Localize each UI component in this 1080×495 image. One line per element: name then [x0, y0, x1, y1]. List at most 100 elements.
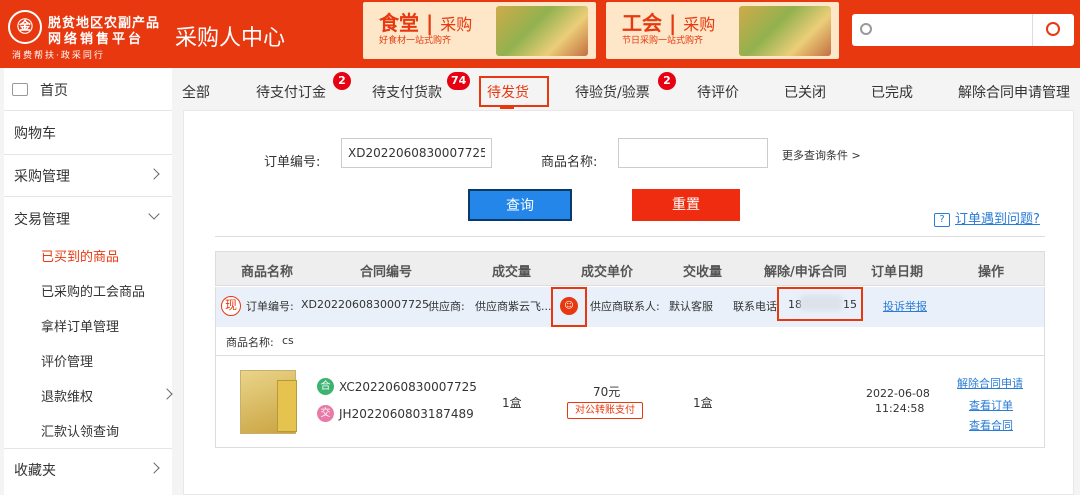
- product-image-box: [277, 380, 297, 432]
- contact-label: 供应商联系人:: [590, 300, 660, 313]
- order-no-value: XD2022060830007725: [301, 298, 429, 311]
- search-input[interactable]: [852, 14, 1074, 46]
- contract-no: XC2022060830007725: [339, 380, 477, 394]
- order-no-label: 订单编号:: [246, 300, 294, 313]
- sidebar: 首页 购物车 采购管理 交易管理 已买到的商品 已采购的工会商品 拿样订单管理 …: [4, 68, 173, 495]
- quantity-value: 1盒: [502, 396, 522, 410]
- canteen-banner-image: [496, 6, 588, 56]
- view-contract-link[interactable]: 查看合同: [969, 417, 1013, 433]
- home-icon: [12, 83, 28, 96]
- more-conditions-link[interactable]: 更多查询条件 >: [782, 147, 861, 163]
- col-contract-dispute: 解除/申诉合同: [764, 265, 847, 280]
- col-quantity: 成交量: [492, 265, 532, 280]
- sidebar-item-label: 交易管理: [14, 212, 70, 228]
- reset-button[interactable]: 重置: [632, 189, 740, 221]
- sidebar-item-favorites[interactable]: 收藏夹: [4, 460, 172, 479]
- tab-closed[interactable]: 已关闭: [784, 82, 826, 102]
- search-button[interactable]: [1032, 14, 1074, 46]
- union-banner-slogan: 节日采购一站式购齐: [622, 36, 704, 46]
- tab-pending-inspection[interactable]: 待验货/验票: [575, 82, 650, 102]
- order-help-link[interactable]: ? 订单遇到问题?: [934, 208, 1040, 227]
- sidebar-item-trade[interactable]: 交易管理: [4, 208, 172, 228]
- product-name-label: 商品名称:: [541, 155, 598, 170]
- union-banner[interactable]: 工会 | 采购 节日采购一站式购齐: [606, 2, 839, 59]
- canteen-banner-slogan: 好食材一站式购齐: [379, 36, 452, 46]
- trade-badge-icon: 交: [317, 405, 334, 422]
- order-date: 2022-06-08: [866, 387, 930, 400]
- tab-count-badge: 74: [447, 72, 471, 90]
- contract-badge-icon: 合: [317, 378, 334, 395]
- tab-pending-review[interactable]: 待评价: [697, 82, 739, 102]
- terminate-contract-link[interactable]: 解除合同申请: [957, 375, 1023, 391]
- sidebar-subitem-remit[interactable]: 汇款认领查询: [41, 421, 119, 440]
- sidebar-item-home[interactable]: 首页: [4, 68, 172, 110]
- col-order-date: 订单日期: [871, 265, 924, 280]
- chevron-right-icon: [161, 388, 173, 400]
- sidebar-item-label: 首页: [40, 83, 68, 99]
- supplier-name: 供应商紫云飞...: [475, 300, 552, 313]
- order-time: 11:24:58: [875, 402, 925, 415]
- view-order-link[interactable]: 查看订单: [969, 397, 1013, 413]
- divider: [215, 236, 1045, 237]
- phone-highlight: [777, 287, 863, 321]
- canteen-banner-title: 食堂 | 采购: [379, 11, 473, 35]
- sidebar-item-label: 购物车: [14, 126, 56, 142]
- col-actions: 操作: [978, 265, 1005, 280]
- tab-count-badge: 2: [658, 72, 676, 90]
- trade-no: JH2022060803187489: [339, 407, 474, 421]
- search-icon: [860, 23, 872, 35]
- logo-line-3: 消费帮扶·政采同行: [12, 51, 105, 61]
- divider: [4, 448, 172, 449]
- order-no-input[interactable]: [341, 138, 492, 168]
- tab-contract-termination[interactable]: 解除合同申请管理: [958, 82, 1070, 102]
- tab-pending-payment[interactable]: 待支付货款: [372, 82, 442, 102]
- canteen-banner[interactable]: 食堂 | 采购 好食材一站式购齐: [363, 2, 596, 59]
- chevron-right-icon: [148, 462, 160, 474]
- payment-method-badge: 对公转账支付: [567, 402, 643, 419]
- chevron-down-icon: [148, 208, 160, 220]
- sidebar-subitem-refund[interactable]: 退款维权: [41, 386, 173, 405]
- query-button[interactable]: 查询: [468, 189, 572, 221]
- phone-label: 联系电话: [733, 300, 777, 313]
- tab-pending-deposit[interactable]: 待支付订金: [256, 82, 326, 102]
- avatar-highlight: [551, 287, 587, 327]
- report-complaint-link[interactable]: 投诉举报: [883, 298, 927, 314]
- supplier-label: 供应商:: [428, 300, 465, 313]
- contact-name: 默认客服: [669, 300, 713, 313]
- order-no-label: 订单编号:: [264, 155, 321, 170]
- platform-logo-icon[interactable]: ㊎: [8, 10, 42, 44]
- col-delivered: 交收量: [683, 265, 723, 280]
- union-banner-image: [739, 6, 831, 56]
- product-name-label: 商品名称:: [226, 336, 274, 349]
- sidebar-subitem-review[interactable]: 评价管理: [41, 351, 93, 370]
- sidebar-item-label: 采购管理: [14, 169, 70, 185]
- tab-count-badge: 2: [333, 72, 351, 90]
- product-name-row: 商品名称: cs: [215, 327, 1045, 356]
- order-info-row: 现 订单编号: XD2022060830007725 供应商: 供应商紫云飞..…: [215, 287, 1045, 327]
- tab-all[interactable]: 全部: [182, 82, 210, 102]
- chevron-right-icon: [148, 168, 160, 180]
- sidebar-subitem-sample[interactable]: 拿样订单管理: [41, 316, 119, 335]
- logo-line-2: 网络销售平台: [48, 32, 145, 47]
- tab-completed[interactable]: 已完成: [871, 82, 913, 102]
- sidebar-item-label: 收藏夹: [14, 463, 56, 479]
- col-unit-price: 成交单价: [581, 265, 634, 280]
- divider: [4, 196, 172, 197]
- col-contract-no: 合同编号: [360, 265, 413, 280]
- spot-order-tag: 现: [221, 296, 241, 316]
- orders-table-header: 商品名称 合同编号 成交量 成交单价 交收量 解除/申诉合同 订单日期 操作: [215, 251, 1045, 286]
- union-banner-title: 工会 | 采购: [622, 11, 716, 35]
- help-icon: ?: [934, 212, 950, 227]
- search-icon: [1046, 22, 1060, 36]
- page-title: 采购人中心: [175, 26, 286, 51]
- col-product-name: 商品名称: [241, 265, 294, 280]
- unit-price-value: 70元: [593, 385, 621, 399]
- order-status-tabs: 全部 待支付订金 2 待支付货款 74 待发货 待验货/验票 2 待评价 已关闭…: [172, 68, 1080, 110]
- product-name-input[interactable]: [618, 138, 768, 168]
- delivered-value: 1盒: [693, 396, 713, 410]
- sidebar-subitem-union[interactable]: 已采购的工会商品: [41, 281, 145, 300]
- active-tab-highlight: [479, 76, 549, 107]
- sidebar-item-purchase[interactable]: 采购管理: [4, 166, 172, 185]
- sidebar-subitem-bought[interactable]: 已买到的商品: [41, 246, 119, 265]
- divider: [4, 154, 172, 155]
